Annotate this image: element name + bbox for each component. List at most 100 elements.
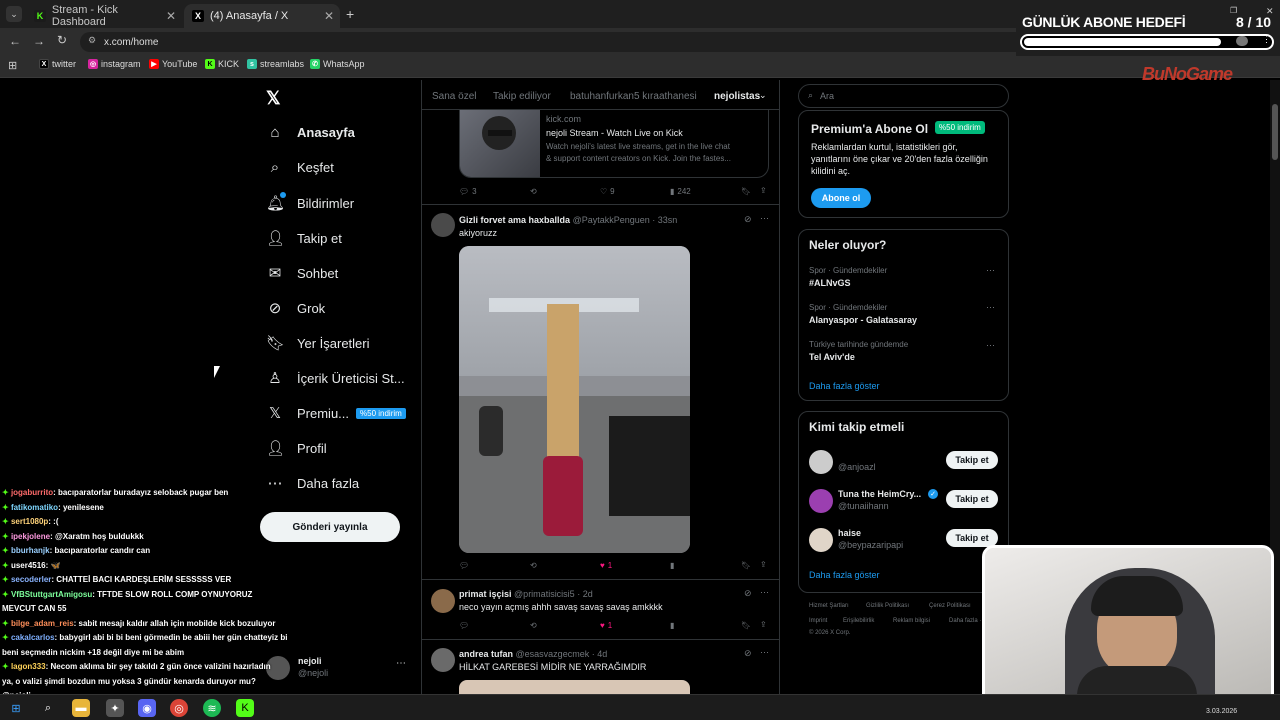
subscribe-button[interactable]: Abone ol	[811, 188, 871, 208]
more-icon[interactable]: ⋯	[760, 647, 769, 658]
post-image[interactable]	[459, 246, 690, 553]
x-logo-icon[interactable]: 𝕏	[266, 88, 281, 109]
chat-message: ✦ ipekjolene: @Xaratm hoş buldukkk	[2, 532, 144, 541]
show-more-link[interactable]: Daha fazla göster	[809, 381, 880, 391]
apps-icon[interactable]: ⊞	[8, 59, 17, 72]
tab-following[interactable]: Takip ediliyor	[493, 91, 551, 102]
share-icon[interactable]: ⇪	[760, 186, 767, 195]
nav-creator-studio[interactable]: ♙ İçerik Üreticisi St...	[266, 369, 404, 387]
chart-icon[interactable]: ▮	[670, 561, 674, 570]
new-tab-button[interactable]: +	[346, 6, 354, 22]
nav-bookmarks[interactable]: 🔖︎ Yer İşaretleri	[266, 334, 370, 352]
spotify-icon[interactable]: ≋	[203, 699, 221, 717]
close-icon[interactable]: ✕	[1266, 6, 1274, 17]
tab-kick-dashboard[interactable]: K Stream - Kick Dashboard ✕	[26, 4, 182, 28]
close-icon[interactable]: ✕	[324, 9, 334, 23]
chat-message: ✦ cakalcarlos: babygirl abi bi bi beni g…	[2, 633, 287, 642]
search-icon[interactable]: ⌕	[39, 699, 57, 717]
bookmark-streamlabs[interactable]: s streamlabs	[247, 59, 304, 69]
kick-icon: K	[34, 10, 46, 22]
more-icon[interactable]: ⋮	[1262, 34, 1271, 45]
more-icon[interactable]: ⋯	[986, 265, 995, 276]
footer-link[interactable]: Çerez Politikası	[929, 603, 971, 609]
chevron-down-icon[interactable]: ⌄	[759, 90, 767, 101]
tab-search-button[interactable]: ⌄	[6, 6, 22, 22]
reply-button[interactable]: 💬︎ 3	[459, 187, 477, 196]
trends-title: Neler oluyor?	[809, 238, 887, 252]
kick-app-icon[interactable]: K	[236, 699, 254, 717]
footer-link[interactable]: Daha fazla ···	[949, 618, 985, 624]
show-more-link[interactable]: Daha fazla göster	[809, 570, 880, 580]
more-icon[interactable]: ⋯	[396, 658, 406, 669]
reply-icon[interactable]: 💬︎	[459, 621, 469, 630]
app-icon[interactable]: ✦	[106, 699, 124, 717]
retweet-button[interactable]: ⟲	[530, 187, 537, 196]
nav-profile[interactable]: 👤︎ Profil	[266, 439, 327, 457]
tab-for-you[interactable]: Sana özel	[432, 91, 476, 102]
discord-icon[interactable]: ◉	[138, 699, 156, 717]
like-button[interactable]: ♥ 1	[600, 561, 612, 570]
nav-premium[interactable]: 𝕏 Premiu... %50 indirim	[266, 404, 406, 422]
bookmark-twitter[interactable]: Xtwitter	[39, 59, 76, 69]
bookmark-whatsapp[interactable]: ✆ WhatsApp	[310, 59, 365, 69]
bookmark-icon[interactable]: 🔖︎	[741, 621, 751, 630]
trend-item[interactable]: Tel Aviv'de	[809, 352, 855, 362]
trend-item[interactable]: Alanyaspor - Galatasaray	[809, 315, 917, 325]
bookmark-youtube[interactable]: ▶ YouTube	[149, 59, 197, 69]
share-icon[interactable]: ⇪	[760, 560, 767, 569]
follow-button[interactable]: Takip et	[946, 529, 998, 547]
file-explorer-icon[interactable]: ▬	[72, 699, 90, 717]
grok-icon[interactable]: ⊘	[744, 588, 752, 599]
more-icon[interactable]: ⋯	[760, 213, 769, 224]
search-input[interactable]: ⌕ Ara	[798, 84, 1009, 108]
site-info-icon[interactable]: ⚙	[88, 35, 96, 46]
views-button[interactable]: ▮ 242	[670, 187, 691, 196]
back-icon[interactable]: ←	[9, 34, 21, 48]
retweet-icon[interactable]: ⟲	[530, 621, 537, 630]
grok-icon[interactable]: ⊘	[744, 648, 752, 659]
address-bar[interactable]: ⚙ x.com/home	[80, 32, 1095, 52]
bookmark-instagram[interactable]: ◎ instagram	[88, 59, 141, 69]
chart-icon[interactable]: ▮	[670, 621, 674, 630]
bookmark-icon[interactable]: 🔖︎	[741, 561, 751, 570]
forward-icon[interactable]: →	[33, 34, 45, 48]
chat-username: ipekjolene	[10, 531, 51, 541]
nav-home[interactable]: ⌂ Anasayfa	[266, 124, 354, 141]
nav-chat[interactable]: ✉ Sohbet	[266, 264, 339, 282]
tab-nejolistas[interactable]: nejolistas	[714, 91, 760, 102]
tab-list-kiraathanesi[interactable]: batuhanfurkan5 kıraathanesi	[570, 91, 697, 102]
like-button[interactable]: ♥ 1	[600, 621, 612, 630]
footer-link[interactable]: Gizlilik Politikası	[866, 603, 909, 609]
footer-link[interactable]: Hizmet Şartları	[809, 603, 849, 609]
more-icon[interactable]: ⋯	[986, 302, 995, 313]
bookmark-kick[interactable]: K KICK	[205, 59, 239, 69]
link-card[interactable]: kick.com nejoli Stream - Watch Live on K…	[459, 110, 769, 178]
nav-notifications[interactable]: 🔔︎ Bildirimler	[266, 192, 354, 212]
retweet-icon[interactable]: ⟲	[530, 561, 537, 570]
grok-icon[interactable]: ⊘	[744, 214, 752, 225]
nav-grok[interactable]: ⊘ Grok	[266, 299, 325, 317]
like-count: 1	[607, 561, 613, 570]
bookmark-icon[interactable]: 🔖︎	[741, 187, 751, 196]
more-icon[interactable]: ⋯	[986, 340, 995, 351]
follow-button[interactable]: Takip et	[946, 490, 998, 508]
footer-link[interactable]: Reklam bilgisi	[893, 618, 930, 624]
tab-x-home[interactable]: X (4) Anasayfa / X ✕	[184, 4, 340, 28]
follow-button[interactable]: Takip et	[946, 451, 998, 469]
footer-link[interactable]: Imprint	[809, 618, 827, 624]
more-icon[interactable]: ⋯	[760, 587, 769, 598]
nav-explore[interactable]: ⌕ Keşfet	[266, 159, 334, 176]
nav-follow[interactable]: 👤︎ Takip et	[266, 229, 342, 247]
close-icon[interactable]: ✕	[166, 9, 176, 23]
windows-start-icon[interactable]: ⊞	[7, 699, 25, 717]
footer-link[interactable]: Erişilebilirlik	[843, 618, 874, 624]
restore-icon[interactable]: ❐	[1230, 6, 1237, 15]
like-button[interactable]: ♡ 9	[600, 187, 615, 196]
chrome-icon[interactable]: ◎	[170, 699, 188, 717]
reload-icon[interactable]: ↻	[57, 33, 67, 47]
scrollbar-thumb[interactable]	[1272, 104, 1278, 160]
post-image[interactable]	[459, 680, 690, 694]
trend-item[interactable]: #ALNvGS	[809, 278, 851, 288]
share-icon[interactable]: ⇪	[760, 620, 767, 629]
reply-icon[interactable]: 💬︎	[459, 561, 469, 570]
